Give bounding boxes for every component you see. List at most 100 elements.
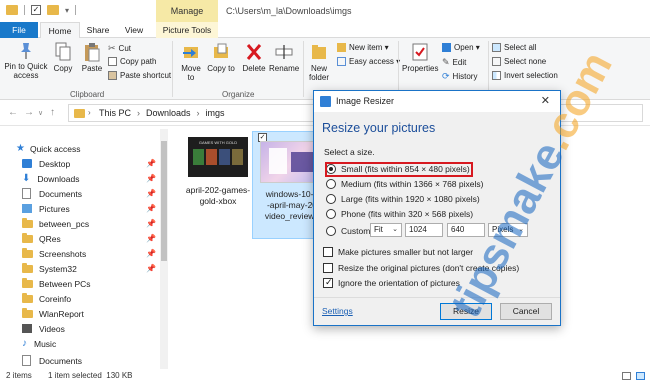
- edit-label: Edit: [452, 58, 467, 67]
- nav-item-between-pcs[interactable]: between_pcs: [22, 216, 182, 231]
- paste-shortcut-label: Paste shortcut: [120, 71, 172, 80]
- copy-path-button[interactable]: Copy path: [108, 57, 156, 66]
- details-view-icon[interactable]: [622, 372, 631, 380]
- pin-quick-access-button[interactable]: Pin to Quick access: [4, 42, 48, 80]
- large-icons-view-icon[interactable]: [636, 372, 645, 380]
- radio-button[interactable]: [326, 194, 336, 204]
- open-button[interactable]: Open ▾: [442, 43, 480, 52]
- navigation-pane: ★ Quick access Desktop ⬇ Downloads Docum…: [0, 127, 168, 370]
- copy-button[interactable]: Copy: [52, 42, 74, 73]
- delete-button[interactable]: Delete: [240, 42, 268, 73]
- custom-height-input[interactable]: 640: [447, 223, 485, 237]
- breadcrumb-item[interactable]: This PC: [99, 108, 131, 118]
- manage-tab[interactable]: Manage: [156, 0, 218, 22]
- videos-icon: [22, 324, 32, 333]
- tab-share[interactable]: Share: [82, 22, 114, 38]
- resize-button[interactable]: Resize: [440, 303, 492, 320]
- chevron-down-icon: ⌄: [518, 226, 524, 233]
- forward-icon[interactable]: →: [24, 107, 34, 118]
- size-option-custom[interactable]: Custom: [326, 226, 370, 236]
- option-smaller-not-larger[interactable]: Make pictures smaller but not larger: [323, 247, 473, 257]
- thumbnail-tile: [206, 149, 217, 165]
- history-button[interactable]: ⟳ History: [442, 71, 477, 82]
- properties-button[interactable]: Properties: [402, 42, 438, 73]
- select-none-button[interactable]: Select none: [492, 57, 546, 66]
- window-title: C:\Users\m_la\Downloads\imgs: [226, 6, 352, 16]
- nav-item-qres[interactable]: QRes: [22, 231, 182, 246]
- paste-button[interactable]: Paste: [80, 42, 104, 73]
- nav-item-coreinfo[interactable]: Coreinfo: [22, 291, 182, 306]
- settings-link[interactable]: Settings: [322, 306, 353, 316]
- nav-item-wlanreport[interactable]: WlanReport: [22, 306, 182, 321]
- size-option-medium[interactable]: Medium (fits within 1366 × 768 pixels): [326, 179, 483, 189]
- dialog-footer: Settings Resize Cancel: [314, 297, 560, 325]
- nav-item-documents-2[interactable]: Documents: [22, 353, 182, 368]
- nav-item-screenshots[interactable]: Screenshots: [22, 246, 182, 261]
- option-resize-original[interactable]: Resize the original pictures (don't crea…: [323, 263, 519, 273]
- checkmark-icon[interactable]: ✓: [31, 5, 41, 15]
- copy-to-label: Copy to: [207, 64, 235, 73]
- file-item[interactable]: GAMES WITH GOLD april-202-games- gold-xb…: [178, 133, 258, 233]
- file-name: april-202-games- gold-xbox: [178, 185, 258, 207]
- tab-home[interactable]: Home: [40, 22, 80, 38]
- checkbox[interactable]: [323, 247, 333, 257]
- close-icon[interactable]: ✕: [541, 94, 550, 107]
- nav-item-between-pcs-2[interactable]: Between PCs: [22, 276, 182, 291]
- cancel-button[interactable]: Cancel: [500, 303, 552, 320]
- rename-button[interactable]: Rename: [269, 42, 299, 73]
- cut-button[interactable]: ✂ Cut: [108, 43, 131, 54]
- nav-item-videos[interactable]: Videos: [22, 321, 182, 336]
- nav-item-music[interactable]: ♪ Music: [22, 336, 182, 351]
- option-ignore-orientation[interactable]: Ignore the orientation of pictures: [323, 277, 460, 288]
- up-icon[interactable]: ↑: [50, 107, 55, 118]
- nav-item-label: System32: [39, 263, 77, 274]
- ribbon-separator: [303, 41, 304, 97]
- nav-scrollbar[interactable]: [160, 129, 168, 369]
- easy-access-button[interactable]: Easy access ▾: [337, 57, 400, 66]
- checkbox[interactable]: [323, 263, 333, 273]
- custom-unit-select[interactable]: Pixels ⌄: [488, 223, 528, 237]
- new-folder-button[interactable]: New folder: [306, 42, 332, 82]
- folder-icon[interactable]: [47, 5, 59, 15]
- paste-shortcut-button[interactable]: Paste shortcut: [108, 71, 171, 80]
- breadcrumb-item[interactable]: imgs: [206, 108, 225, 118]
- nav-item-desktop[interactable]: Desktop: [22, 156, 182, 171]
- tab-picture-tools[interactable]: Picture Tools: [156, 22, 218, 38]
- back-icon[interactable]: ←: [8, 107, 18, 118]
- radio-button[interactable]: [326, 209, 336, 219]
- breadcrumb-item[interactable]: Downloads: [146, 108, 191, 118]
- select-all-button[interactable]: Select all: [492, 43, 536, 52]
- tab-view[interactable]: View: [118, 22, 150, 38]
- invert-selection-button[interactable]: Invert selection: [492, 71, 558, 80]
- move-to-icon: [183, 47, 198, 58]
- checkbox[interactable]: [323, 277, 333, 288]
- properties-label: Properties: [402, 64, 439, 73]
- chevron-right-icon: ›: [196, 108, 200, 118]
- custom-width-input[interactable]: 1024: [405, 223, 443, 237]
- star-icon: ★: [16, 143, 25, 154]
- radio-button[interactable]: [326, 179, 336, 189]
- copy-to-button[interactable]: Copy to: [207, 42, 235, 73]
- size-option-large[interactable]: Large (fits within 1920 × 1080 pixels): [326, 194, 480, 204]
- size-option-phone[interactable]: Phone (fits within 320 × 568 pixels): [326, 209, 473, 219]
- nav-item-quick-access[interactable]: ★ Quick access: [16, 141, 176, 156]
- nav-item-documents[interactable]: Documents: [22, 186, 182, 201]
- nav-item-downloads[interactable]: ⬇ Downloads: [22, 171, 182, 186]
- size-option-label: Large (fits within 1920 × 1080 pixels): [341, 194, 480, 204]
- radio-button[interactable]: [326, 226, 336, 236]
- chevron-down-icon[interactable]: ▾: [65, 6, 69, 15]
- folder-icon: [74, 109, 85, 118]
- move-to-button[interactable]: Move to: [177, 42, 205, 82]
- nav-item-label: Between PCs: [39, 278, 91, 289]
- scrollbar-thumb[interactable]: [161, 141, 167, 261]
- custom-fit-select[interactable]: Fit ⌄: [370, 223, 402, 237]
- new-item-button[interactable]: New item ▾: [337, 43, 389, 52]
- nav-item-pictures[interactable]: Pictures: [22, 201, 182, 216]
- recent-dropdown-icon[interactable]: ∨: [38, 109, 43, 117]
- tab-file[interactable]: File: [0, 22, 38, 38]
- edit-button[interactable]: ✎ Edit: [442, 57, 466, 68]
- open-label: Open ▾: [454, 43, 480, 52]
- checkbox-label: Resize the original pictures (don't crea…: [338, 263, 520, 273]
- nav-item-label: Downloads: [37, 173, 80, 184]
- nav-item-system32[interactable]: System32: [22, 261, 182, 276]
